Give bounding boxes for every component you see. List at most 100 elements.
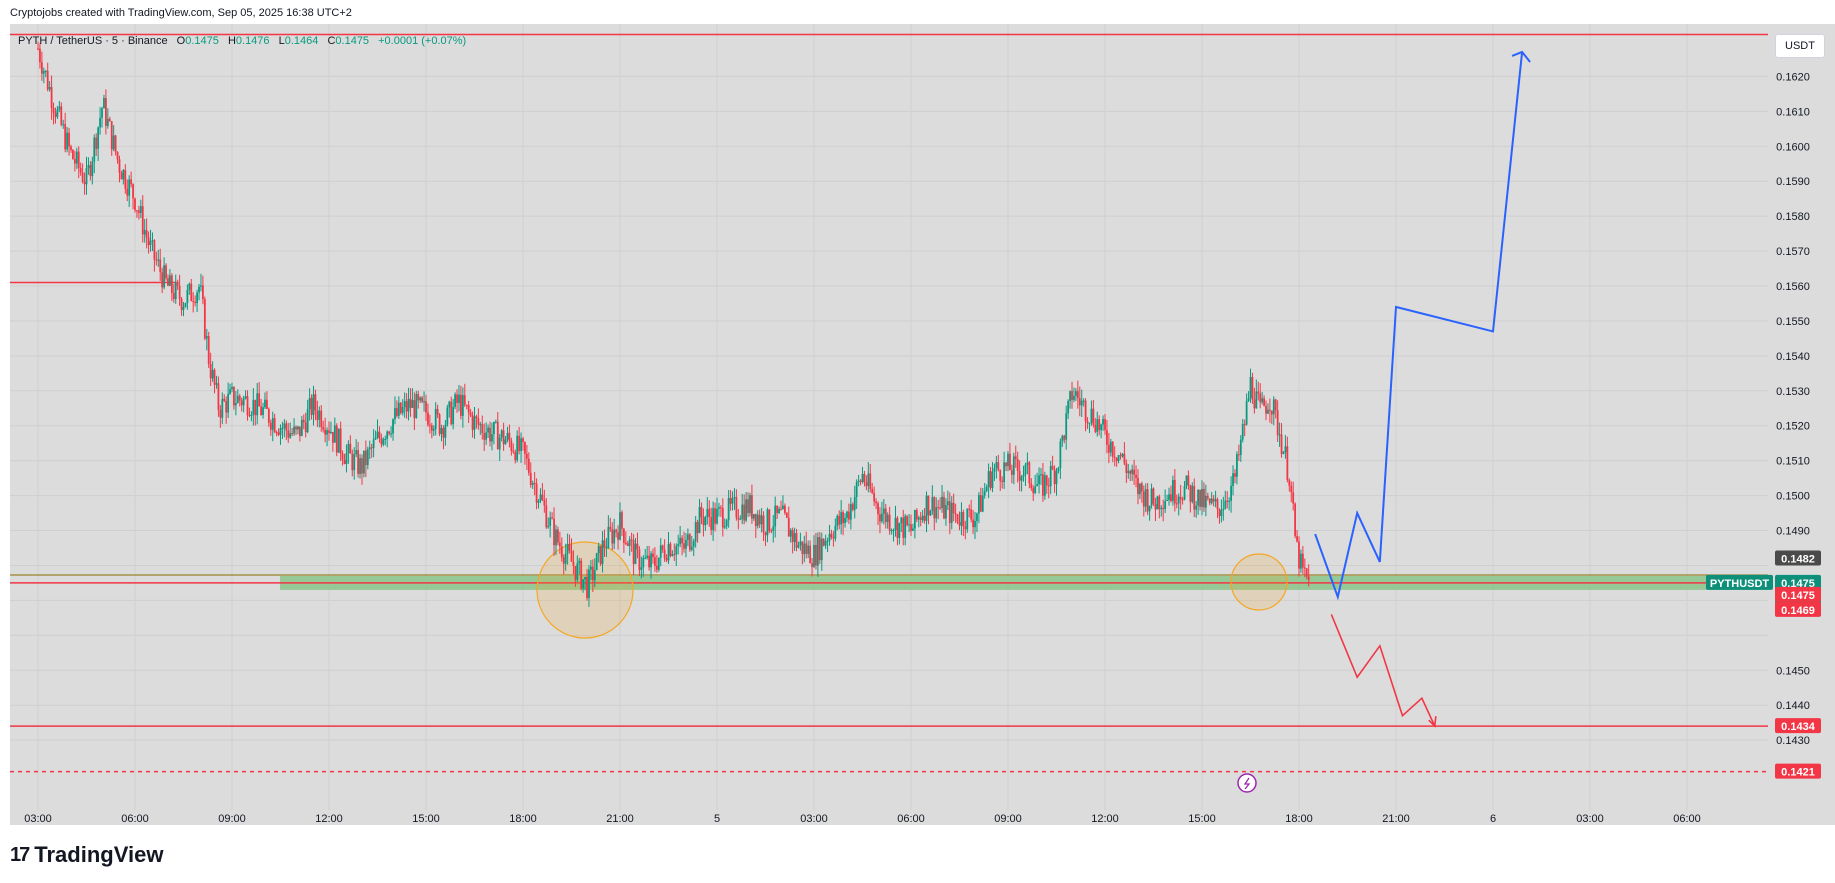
candle-body — [170, 275, 173, 294]
candle-body — [79, 167, 82, 173]
price-tick-label: 0.1570 — [1776, 246, 1810, 258]
candle-body — [487, 427, 489, 433]
candle-body — [1185, 475, 1188, 487]
candle-body — [877, 503, 879, 515]
tradingview-brand: TradingView — [34, 842, 164, 867]
candle-body — [679, 537, 682, 545]
candle-body — [685, 539, 687, 549]
candle-body — [704, 516, 707, 526]
candle-body — [741, 504, 744, 519]
candle-body — [101, 108, 103, 118]
candle-body — [126, 188, 129, 196]
candle-body — [892, 530, 895, 532]
candle-body — [1220, 510, 1223, 517]
candle-body — [469, 412, 472, 416]
candle-body — [174, 281, 177, 300]
price-label-text: PYTHUSDT — [1710, 578, 1770, 590]
candle-body — [648, 555, 650, 568]
candle-body — [834, 525, 837, 539]
candle-body — [1053, 469, 1056, 485]
currency-button[interactable]: USDT — [1775, 34, 1825, 58]
symbol-legend: PYTH / TetherUS · 5 · Binance O0.1475 H0… — [18, 35, 466, 47]
candle-body — [1090, 408, 1093, 423]
candle-body — [851, 504, 854, 510]
candle-body — [518, 435, 521, 452]
candle-body — [1292, 492, 1295, 504]
candle-body — [1028, 462, 1031, 484]
candle-body — [40, 62, 43, 74]
candle-body — [1199, 489, 1201, 507]
candle-body — [785, 512, 788, 518]
candle-body — [157, 259, 160, 261]
candle-body — [440, 428, 443, 435]
candle-body — [1216, 499, 1219, 510]
candle-body — [1286, 446, 1289, 480]
candle-body — [692, 541, 695, 547]
time-tick-label: 21:00 — [606, 813, 634, 825]
candle-body — [925, 495, 928, 521]
candle-body — [1111, 441, 1114, 457]
time-tick-label: 03:00 — [1576, 813, 1604, 825]
candle-body — [822, 538, 825, 546]
open-label: O — [176, 35, 186, 47]
candle-body — [849, 504, 852, 520]
candle-body — [582, 579, 585, 589]
candle-body — [308, 398, 311, 410]
candle-body — [477, 418, 480, 425]
candle-body — [221, 398, 224, 418]
candle-body — [279, 428, 282, 435]
time-tick-label: 03:00 — [800, 813, 828, 825]
candle-body — [1191, 485, 1194, 502]
candle-body — [186, 289, 189, 304]
candle-body — [1129, 471, 1132, 474]
candle-body — [881, 513, 883, 522]
candle-body — [564, 553, 567, 564]
candle-body — [1305, 568, 1308, 577]
candle-body — [537, 500, 540, 503]
candle-body — [1276, 410, 1279, 436]
candle-body — [673, 554, 676, 556]
candle-body — [1164, 500, 1167, 510]
candle-body — [1094, 424, 1097, 432]
candle-body — [1016, 459, 1019, 471]
candle-body — [1234, 473, 1236, 477]
candle-body — [671, 554, 674, 556]
candle-body — [217, 383, 220, 410]
candle-body — [1193, 485, 1196, 510]
candle-body — [266, 399, 268, 409]
candle-body — [434, 408, 437, 430]
candle-body — [42, 71, 45, 74]
price-label-text: 0.1482 — [1781, 553, 1815, 565]
candle-body — [77, 151, 80, 168]
candle-body — [190, 283, 193, 302]
candle-body — [754, 514, 757, 526]
candle-body — [512, 451, 515, 453]
tradingview-logo[interactable]: 17 TradingView — [10, 842, 163, 868]
time-tick-label: 15:00 — [1188, 813, 1216, 825]
candle-body — [721, 508, 724, 528]
candle-body — [886, 514, 889, 523]
candle-body — [1003, 462, 1006, 483]
candle-body — [1001, 480, 1004, 483]
candle-body — [198, 286, 200, 293]
candle-body — [333, 425, 336, 443]
candle-body — [522, 438, 524, 443]
candle-body — [832, 537, 835, 539]
candle-body — [855, 481, 858, 497]
candle-body — [136, 210, 138, 212]
candle-body — [1051, 466, 1054, 470]
candle-body — [207, 336, 210, 364]
candle-body — [811, 563, 813, 567]
candle-body — [343, 459, 346, 464]
candle-body — [163, 265, 165, 288]
candle-body — [840, 512, 843, 525]
candle-body — [576, 563, 579, 580]
candle-body — [145, 230, 148, 238]
candle-body — [727, 497, 730, 521]
candle-body — [147, 237, 150, 246]
candle-body — [946, 501, 949, 506]
close-value: 0.1475 — [335, 35, 370, 47]
price-tick-label: 0.1540 — [1776, 351, 1810, 363]
candle-body — [200, 285, 202, 287]
price-chart[interactable]: 0.1620 0.1610 0.1600 0.1590 0.1580 0.1570 0.15… — [0, 0, 1835, 883]
